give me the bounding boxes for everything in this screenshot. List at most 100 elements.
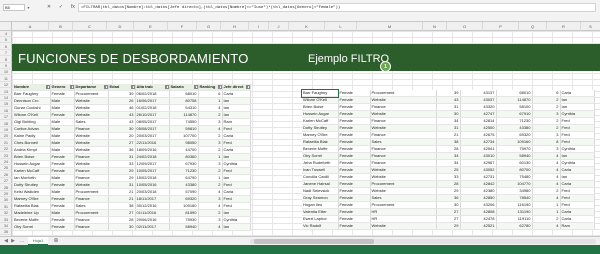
table-cell[interactable]: Oby Sorrel <box>13 223 51 231</box>
table-cell[interactable]: Female <box>338 187 371 195</box>
column-header[interactable]: H <box>221 22 249 31</box>
table-cell[interactable]: 2 <box>198 132 223 140</box>
table-cell[interactable]: 34 <box>436 159 461 167</box>
row-header[interactable]: 14 <box>0 95 12 101</box>
table-cell[interactable]: Female <box>50 160 75 168</box>
column-header[interactable]: I <box>249 22 269 31</box>
table-cell[interactable]: 18/09/2016 <box>135 146 170 154</box>
table-cell[interactable]: Ches Bonnell <box>13 139 51 147</box>
name-box[interactable]: B5 <box>3 4 25 11</box>
formula-input[interactable]: =FILTRAR(tbl_datos[Nombre]:tbl_datos[Jef… <box>78 3 596 12</box>
table-cell[interactable]: Finance <box>74 125 109 133</box>
row-header[interactable]: 28 <box>0 185 12 191</box>
table-cell[interactable]: Finance <box>370 159 437 167</box>
table-cell[interactable]: Ian <box>222 97 251 105</box>
column-header[interactable]: S <box>581 22 600 31</box>
table-cell[interactable]: Ian <box>222 104 251 112</box>
table-cell[interactable]: 42842 <box>460 180 497 188</box>
table-cell[interactable]: Hussein Augar <box>13 160 51 168</box>
filter-dropdown-icon[interactable]: ▾ <box>103 85 107 89</box>
filter-dropdown-icon[interactable]: ▾ <box>164 85 168 89</box>
row-header[interactable]: 35 <box>0 229 12 236</box>
column-header-cell[interactable]: Ranking ▾ <box>198 84 223 91</box>
table-cell[interactable]: 30 <box>436 201 461 209</box>
table-cell[interactable]: Male <box>50 132 75 140</box>
table-cell[interactable]: Female <box>50 181 75 189</box>
column-header-cell[interactable]: Jefe direct ▾ <box>222 84 251 91</box>
table-cell[interactable]: 43 <box>108 111 136 119</box>
table-cell[interactable]: Cynthia <box>560 159 595 167</box>
table-cell[interactable]: 114870 <box>169 111 199 119</box>
table-cell[interactable]: 27 <box>436 215 461 223</box>
column-header-cell[interactable]: Edad ▾ <box>108 84 136 91</box>
table-cell[interactable]: 75480 <box>496 173 533 181</box>
table-cell[interactable]: Website <box>370 166 437 174</box>
table-cell[interactable]: 31 <box>108 181 136 189</box>
table-cell[interactable]: 4 <box>532 159 561 167</box>
table-cell[interactable]: 58940 <box>496 152 533 160</box>
table-cell[interactable]: Cynthia <box>560 145 595 153</box>
table-cell[interactable]: Wilone O'Kell <box>13 111 51 119</box>
table-cell[interactable]: Rafaelita Blak <box>13 202 51 210</box>
table-cell[interactable]: 34980 <box>496 187 533 195</box>
table-cell[interactable]: Kaine Padly <box>13 132 51 140</box>
row-header[interactable]: 16 <box>0 108 12 114</box>
table-cell[interactable]: Beverie Moffe <box>13 216 51 224</box>
table-cell[interactable]: Hussein Augar <box>302 110 339 118</box>
table-cell[interactable]: 71230 <box>169 167 199 175</box>
table-cell[interactable]: Female <box>50 153 75 161</box>
table-cell[interactable]: Fred <box>222 125 251 133</box>
table-cell[interactable]: Female <box>338 215 371 223</box>
table-cell[interactable]: 75930 <box>169 216 199 224</box>
filter-dropdown-icon[interactable]: ▾ <box>245 85 249 89</box>
column-header[interactable]: M <box>357 22 423 31</box>
table-cell[interactable]: Fred <box>222 202 251 210</box>
table-cell[interactable]: Procurement <box>74 209 109 217</box>
table-cell[interactable]: 58100 <box>496 103 533 111</box>
table-cell[interactable]: 43010 <box>460 152 497 160</box>
table-cell[interactable]: Ian <box>222 174 251 182</box>
table-cell[interactable]: Female <box>338 124 371 132</box>
row-header[interactable]: 33 <box>0 217 12 223</box>
column-header[interactable]: G <box>197 22 221 31</box>
table-cell[interactable]: Cynthia <box>222 216 251 224</box>
table-cell[interactable]: Ram <box>560 222 595 230</box>
table-cell[interactable]: Carla <box>222 146 251 154</box>
row-header[interactable]: 11 <box>0 76 12 82</box>
table-cell[interactable]: Website <box>370 96 437 104</box>
table-cell[interactable]: 3 <box>198 195 223 203</box>
table-cell[interactable]: 116190 <box>496 201 533 209</box>
column-header[interactable]: L <box>325 22 357 31</box>
table-cell[interactable]: 20/03/2017 <box>135 132 170 140</box>
table-cell[interactable]: Andria Kimpt <box>13 146 51 154</box>
table-cell[interactable]: Fred <box>560 201 595 209</box>
table-cell[interactable]: 42500 <box>460 124 497 132</box>
row-header[interactable]: 17 <box>0 114 12 121</box>
table-cell[interactable]: 3 <box>532 145 561 153</box>
table-cell[interactable]: 33 <box>108 160 136 168</box>
table-cell[interactable]: Hogan Iles <box>302 201 339 209</box>
table-cell[interactable]: 43 <box>436 96 461 104</box>
column-header[interactable]: K <box>289 22 325 31</box>
table-cell[interactable]: Ram <box>222 118 251 126</box>
row-header[interactable]: 26 <box>0 172 12 178</box>
table-cell[interactable]: 01/02/2018 <box>135 104 170 112</box>
table-cell[interactable]: Website <box>74 132 109 140</box>
column-header-cell[interactable]: Genero ▾ <box>50 84 75 91</box>
table-cell[interactable]: Female <box>338 117 371 125</box>
row-header[interactable]: 31 <box>0 204 12 210</box>
table-cell[interactable]: Finance <box>74 195 109 203</box>
table-cell[interactable]: 2 <box>198 209 223 217</box>
table-cell[interactable]: 10/05/2017 <box>135 167 170 175</box>
table-cell[interactable]: Cynthia <box>222 160 251 168</box>
table-cell[interactable]: Female <box>338 208 371 216</box>
table-cell[interactable]: Finance <box>74 167 109 175</box>
table-cell[interactable]: 43380 <box>496 124 533 132</box>
table-cell[interactable]: Ian <box>560 103 595 111</box>
table-cell[interactable]: Gray Seamon <box>302 194 339 202</box>
column-header[interactable]: R <box>547 22 581 31</box>
table-cell[interactable]: 2 <box>532 117 561 125</box>
table-cell[interactable]: Website <box>74 111 109 119</box>
table-cell[interactable]: Carla <box>560 208 595 216</box>
table-cell[interactable]: 42850 <box>460 194 497 202</box>
